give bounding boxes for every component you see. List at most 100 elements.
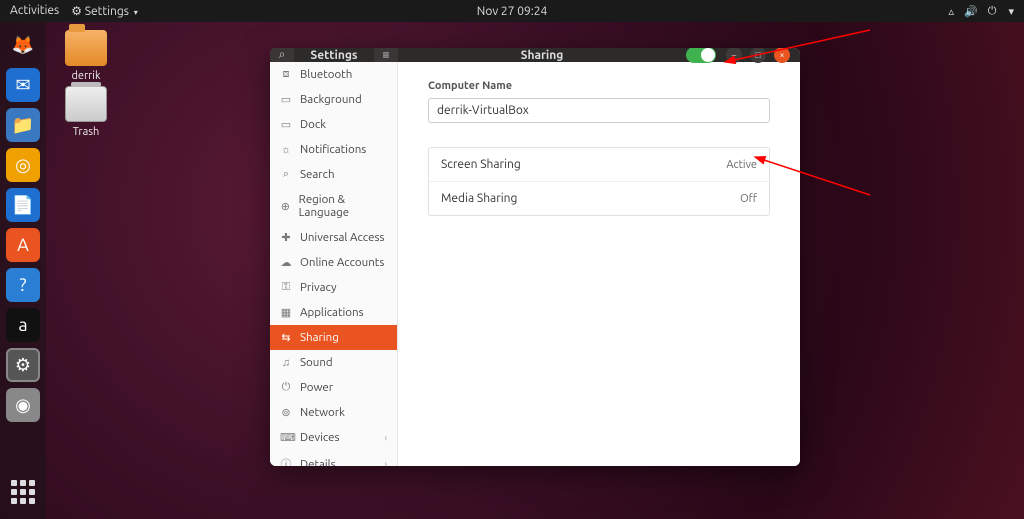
details-icon: ⓘ xyxy=(280,456,292,466)
sidebar-item-label: Privacy xyxy=(300,281,337,294)
sidebar-item-label: Dock xyxy=(300,118,326,131)
appmenu-label: Settings xyxy=(85,5,129,18)
sidebar-item-label: Details xyxy=(300,458,336,467)
sidebar-item-label: Network xyxy=(300,406,345,419)
chevron-right-icon: › xyxy=(384,433,387,443)
hamburger-button[interactable]: ≡ xyxy=(374,48,398,62)
privacy-icon: ⚿ xyxy=(280,281,292,294)
firefox-icon[interactable]: 🦊 xyxy=(6,28,40,62)
sidebar-item-label: Notifications xyxy=(300,143,366,156)
sidebar-item-privacy[interactable]: ⚿ Privacy xyxy=(270,275,397,300)
titlebar[interactable]: ⌕ Settings ≡ Sharing – □ × xyxy=(270,48,800,62)
sidebar-item-label: Search xyxy=(300,168,335,181)
activities-button[interactable]: Activities xyxy=(10,4,59,18)
devices-icon: ⌨ xyxy=(280,431,292,444)
sidebar-item-label: Sharing xyxy=(300,331,339,344)
sidebar-item-region-language[interactable]: ⊕ Region & Language xyxy=(270,187,397,225)
maximize-button[interactable]: □ xyxy=(750,48,766,63)
disc-icon[interactable]: ◉ xyxy=(6,388,40,422)
settings-window: ⌕ Settings ≡ Sharing – □ × ⧈ Bluetooth ▭ Ba… xyxy=(270,48,800,466)
volume-indicator-icon[interactable]: 🔊 xyxy=(964,5,978,18)
writer-icon[interactable]: 📄 xyxy=(6,188,40,222)
screen-sharing-row[interactable]: Screen SharingActive xyxy=(429,148,769,182)
row-label: Media Sharing xyxy=(441,192,740,205)
gear-icon: ⚙ xyxy=(71,5,82,18)
region-language-icon: ⊕ xyxy=(280,200,291,213)
rhythmbox-icon[interactable]: ◎ xyxy=(6,148,40,182)
software-icon[interactable]: A xyxy=(6,228,40,262)
desktop-folder-label: derrik xyxy=(56,70,116,82)
sidebar-item-devices[interactable]: ⌨ Devices › xyxy=(270,425,397,450)
notifications-icon: ☼ xyxy=(280,144,292,156)
desktop-folder[interactable]: derrik xyxy=(56,30,116,82)
online-accounts-icon: ☁ xyxy=(280,256,292,269)
sidebar-item-applications[interactable]: ▦ Applications xyxy=(270,300,397,325)
sidebar-item-background[interactable]: ▭ Background xyxy=(270,87,397,112)
sidebar-item-search[interactable]: ⌕ Search xyxy=(270,162,397,187)
settings-content: Computer Name Screen SharingActiveMedia … xyxy=(398,62,800,466)
trash-icon xyxy=(65,86,107,122)
network-indicator-icon[interactable]: ▵ xyxy=(949,5,955,18)
close-button[interactable]: × xyxy=(774,48,790,63)
settings-icon[interactable]: ⚙ xyxy=(6,348,40,382)
appmenu-button[interactable]: ⚙ Settings ▾ xyxy=(71,4,138,18)
sidebar-item-online-accounts[interactable]: ☁ Online Accounts xyxy=(270,250,397,275)
power-icon: ⏻ xyxy=(280,381,292,394)
bluetooth-icon: ⧈ xyxy=(280,68,292,81)
background-icon: ▭ xyxy=(280,93,292,106)
desktop-trash[interactable]: Trash xyxy=(56,86,116,138)
menu-icon: ≡ xyxy=(382,48,389,62)
sidebar-item-label: Bluetooth xyxy=(300,68,352,81)
sidebar-item-bluetooth[interactable]: ⧈ Bluetooth xyxy=(270,62,397,87)
search-button[interactable]: ⌕ xyxy=(270,48,294,62)
sharing-options-list: Screen SharingActiveMedia SharingOff xyxy=(428,147,770,216)
sidebar-item-universal-access[interactable]: ✚ Universal Access xyxy=(270,225,397,250)
sidebar-item-sound[interactable]: ♫Sound xyxy=(270,350,397,375)
files-icon[interactable]: 📁 xyxy=(6,108,40,142)
row-label: Screen Sharing xyxy=(441,158,726,171)
desktop-trash-label: Trash xyxy=(56,126,116,138)
show-applications-button[interactable] xyxy=(6,475,40,509)
sidebar-item-network[interactable]: ⊚ Network xyxy=(270,400,397,425)
media-sharing-row[interactable]: Media SharingOff xyxy=(429,182,769,215)
thunderbird-icon[interactable]: ✉ xyxy=(6,68,40,102)
sidebar-item-label: Applications xyxy=(300,306,364,319)
sidebar-item-label: Online Accounts xyxy=(300,256,384,269)
search-icon: ⌕ xyxy=(280,168,292,181)
sidebar-item-label: Devices xyxy=(300,431,340,444)
clock[interactable]: Nov 27 09:24 xyxy=(477,5,547,18)
row-status: Off xyxy=(740,193,757,205)
search-icon: ⌕ xyxy=(279,48,286,62)
universal-access-icon: ✚ xyxy=(280,231,292,244)
sidebar-title: Settings xyxy=(294,49,374,62)
sidebar-item-label: Region & Language xyxy=(299,193,387,219)
computer-name-input[interactable] xyxy=(428,98,770,123)
applications-icon: ▦ xyxy=(280,306,292,319)
network-icon: ⊚ xyxy=(280,406,292,419)
computer-name-label: Computer Name xyxy=(428,80,770,92)
sidebar-item-label: Universal Access xyxy=(300,231,384,244)
minimize-button[interactable]: – xyxy=(726,48,742,63)
chevron-down-icon: ▾ xyxy=(1008,5,1014,18)
chevron-right-icon: › xyxy=(384,459,387,466)
sidebar-item-label: Power xyxy=(300,381,333,394)
chevron-down-icon: ▾ xyxy=(134,8,138,17)
sharing-icon: ⇆ xyxy=(280,331,292,344)
help-icon[interactable]: ? xyxy=(6,268,40,302)
power-indicator-icon[interactable]: ⏻ xyxy=(988,5,997,18)
sidebar-item-label: Background xyxy=(300,93,362,106)
dock-icon: ▭ xyxy=(280,118,292,131)
amazon-icon[interactable]: a xyxy=(6,308,40,342)
top-bar: Activities ⚙ Settings ▾ Nov 27 09:24 ▵ 🔊… xyxy=(0,0,1024,22)
sidebar-item-dock[interactable]: ▭ Dock xyxy=(270,112,397,137)
folder-icon xyxy=(65,30,107,66)
sidebar-item-notifications[interactable]: ☼ Notifications xyxy=(270,137,397,162)
page-title: Sharing xyxy=(398,49,686,62)
sidebar-item-details[interactable]: ⓘ Details › xyxy=(270,450,397,466)
dock: 🦊 ✉ 📁 ◎ 📄 A? a ⚙ ◉ xyxy=(0,22,46,519)
settings-sidebar: ⧈ Bluetooth ▭ Background ▭ Dock ☼ Notifications… xyxy=(270,62,398,466)
sharing-master-toggle[interactable] xyxy=(686,48,716,63)
sidebar-item-power[interactable]: ⏻ Power xyxy=(270,375,397,400)
sound-icon: ♫ xyxy=(280,357,292,369)
sidebar-item-sharing[interactable]: ⇆ Sharing xyxy=(270,325,397,350)
